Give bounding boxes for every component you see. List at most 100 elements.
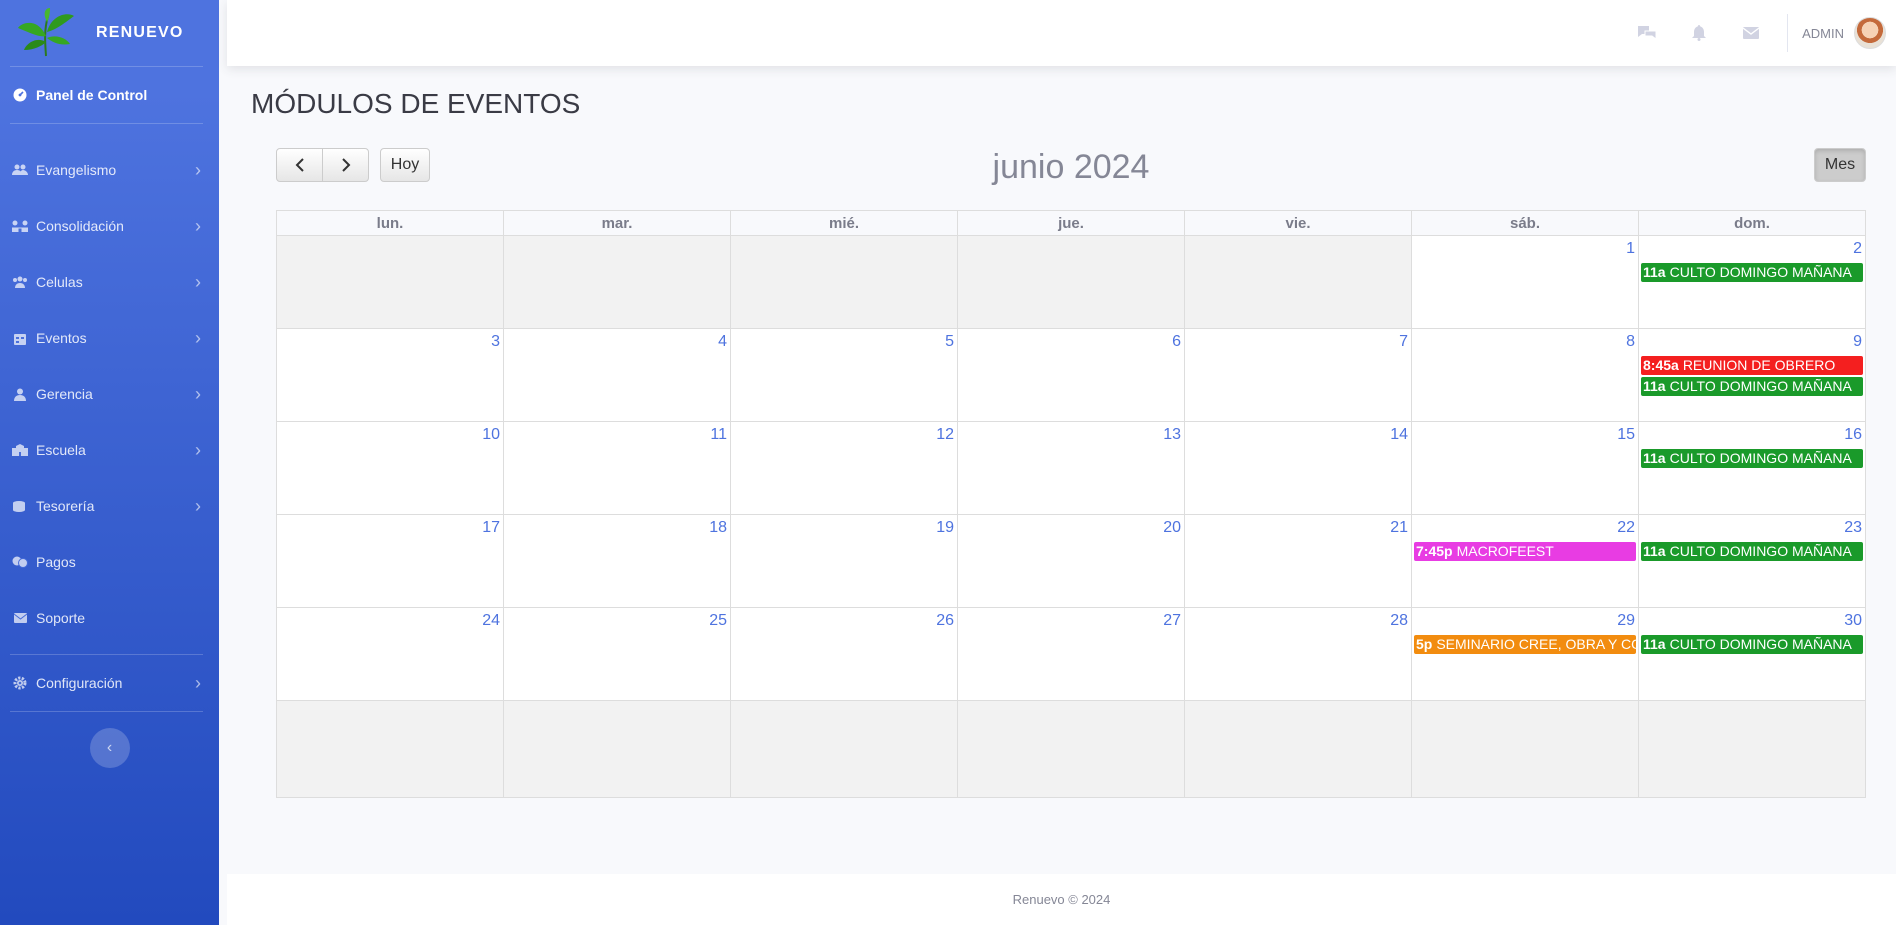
day-number[interactable]: 11 [504,422,730,449]
sidebar-item-celulas[interactable]: Celulas › [0,254,219,310]
calendar-day-cell[interactable]: 1 [1411,235,1639,329]
calendar-day-cell[interactable]: 8 [1411,328,1639,422]
calendar-day-cell[interactable] [730,235,958,329]
calendar-day-cell[interactable]: 20 [957,514,1185,608]
day-number[interactable]: 8 [1412,329,1638,356]
sidebar-item-evangelismo[interactable]: Evangelismo › [0,142,219,198]
calendar-day-cell[interactable]: 16 11a CULTO DOMINGO MAÑANA [1638,421,1866,515]
day-number[interactable]: 5 [731,329,957,356]
brand[interactable]: RENUEVO [0,0,219,66]
day-number[interactable]: 17 [277,515,503,542]
day-number[interactable]: 20 [958,515,1184,542]
day-number[interactable]: 14 [1185,422,1411,449]
today-button[interactable]: Hoy [380,148,430,182]
calendar-day-cell[interactable]: 21 [1184,514,1412,608]
calendar-day-cell[interactable] [276,700,504,798]
calendar-day-cell[interactable]: 6 [957,328,1185,422]
sidebar-item-eventos[interactable]: Eventos › [0,310,219,366]
day-number[interactable]: 2 [1639,236,1865,263]
sidebar-item-dashboard[interactable]: Panel de Control [0,67,219,123]
sidebar-toggle-button[interactable]: ‹ [89,728,130,768]
calendar-day-cell[interactable] [730,700,958,798]
day-number[interactable]: 21 [1185,515,1411,542]
day-number[interactable]: 12 [731,422,957,449]
day-number[interactable]: 23 [1639,515,1865,542]
calendar-event[interactable]: 11a CULTO DOMINGO MAÑANA [1641,377,1863,396]
calendar-day-cell[interactable]: 5 [730,328,958,422]
sidebar-item-consolidacion[interactable]: Consolidación › [0,198,219,254]
sidebar-item-gerencia[interactable]: Gerencia › [0,366,219,422]
calendar-day-cell[interactable]: 24 [276,607,504,701]
day-number[interactable]: 28 [1185,608,1411,635]
day-number[interactable]: 18 [504,515,730,542]
calendar-day-cell[interactable]: 25 [503,607,731,701]
calendar-day-cell[interactable]: 11 [503,421,731,515]
sidebar-item-tesoreria[interactable]: Tesorería › [0,478,219,534]
day-number[interactable]: 30 [1639,608,1865,635]
day-number[interactable]: 15 [1412,422,1638,449]
calendar-event[interactable]: 11a CULTO DOMINGO MAÑANA [1641,449,1863,468]
user-menu[interactable]: ADMIN [1802,17,1886,49]
day-number[interactable]: 10 [277,422,503,449]
day-number[interactable]: 1 [1412,236,1638,263]
calendar-day-cell[interactable]: 12 [730,421,958,515]
day-number[interactable]: 27 [958,608,1184,635]
day-number[interactable]: 7 [1185,329,1411,356]
calendar-event[interactable]: 11a CULTO DOMINGO MAÑANA [1641,542,1863,561]
day-number[interactable]: 26 [731,608,957,635]
calendar-day-cell[interactable] [1638,700,1866,798]
day-number[interactable]: 25 [504,608,730,635]
day-number[interactable]: 22 [1412,515,1638,542]
calendar-day-cell[interactable] [1184,235,1412,329]
calendar-day-cell[interactable]: 23 11a CULTO DOMINGO MAÑANA [1638,514,1866,608]
calendar-day-cell[interactable] [957,235,1185,329]
day-number[interactable]: 13 [958,422,1184,449]
calendar-day-cell[interactable]: 4 [503,328,731,422]
calendar-day-cell[interactable] [1184,700,1412,798]
month-view-button[interactable]: Mes [1814,148,1866,182]
day-number[interactable]: 29 [1412,608,1638,635]
day-number[interactable]: 19 [731,515,957,542]
calendar-day-cell[interactable]: 30 11a CULTO DOMINGO MAÑANA [1638,607,1866,701]
calendar-day-cell[interactable] [276,235,504,329]
calendar-day-cell[interactable]: 28 [1184,607,1412,701]
calendar-day-cell[interactable]: 17 [276,514,504,608]
prev-month-button[interactable] [276,148,323,182]
calendar-day-cell[interactable]: 7 [1184,328,1412,422]
calendar-event[interactable]: 11a CULTO DOMINGO MAÑANA [1641,263,1863,282]
calendar-day-cell[interactable]: 19 [730,514,958,608]
calendar-day-cell[interactable]: 29 5p SEMINARIO CREE, OBRA Y COI [1411,607,1639,701]
calendar-day-cell[interactable]: 27 [957,607,1185,701]
next-month-button[interactable] [322,148,369,182]
calendar-day-cell[interactable] [503,700,731,798]
calendar-day-cell[interactable] [1411,700,1639,798]
day-number[interactable]: 24 [277,608,503,635]
day-number[interactable]: 3 [277,329,503,356]
calendar-event[interactable]: 7:45p MACROFEEST [1414,542,1636,561]
calendar-day-cell[interactable]: 3 [276,328,504,422]
bell-icon[interactable] [1673,25,1725,41]
calendar-day-cell[interactable]: 10 [276,421,504,515]
calendar-day-cell[interactable]: 2 11a CULTO DOMINGO MAÑANA [1638,235,1866,329]
calendar-day-cell[interactable]: 15 [1411,421,1639,515]
day-number[interactable]: 16 [1639,422,1865,449]
calendar-event[interactable]: 8:45a REUNION DE OBRERO [1641,356,1863,375]
calendar-event[interactable]: 11a CULTO DOMINGO MAÑANA [1641,635,1863,654]
sidebar-item-soporte[interactable]: Soporte [0,590,219,646]
sidebar-item-escuela[interactable]: Escuela › [0,422,219,478]
day-number[interactable]: 4 [504,329,730,356]
sidebar-item-pagos[interactable]: Pagos [0,534,219,590]
sidebar-item-configuracion[interactable]: Configuración › [0,655,219,711]
chat-icon[interactable] [1621,25,1673,41]
day-number[interactable]: 9 [1639,329,1865,356]
day-number[interactable]: 6 [958,329,1184,356]
calendar-day-cell[interactable]: 26 [730,607,958,701]
calendar-day-cell[interactable]: 9 8:45a REUNION DE OBRERO 11a CULTO DOMINGO … [1638,328,1866,422]
envelope-icon[interactable] [1725,27,1777,39]
calendar-day-cell[interactable] [957,700,1185,798]
calendar-day-cell[interactable]: 22 7:45p MACROFEEST [1411,514,1639,608]
calendar-day-cell[interactable]: 14 [1184,421,1412,515]
calendar-event[interactable]: 5p SEMINARIO CREE, OBRA Y COI [1414,635,1636,654]
calendar-day-cell[interactable]: 18 [503,514,731,608]
calendar-day-cell[interactable]: 13 [957,421,1185,515]
